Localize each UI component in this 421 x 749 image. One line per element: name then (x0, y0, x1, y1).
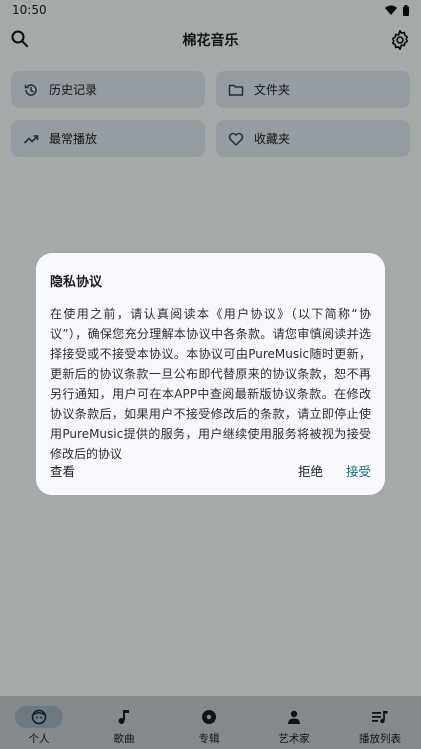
dialog-title: 隐私协议 (50, 275, 103, 290)
dialog-body-text: 在使用之前，请认真阅读本《用户协议》（以下简称“协议”），确保您充分理解本协议中… (50, 307, 371, 461)
dialog-actions: 查看 拒绝 接受 (50, 461, 371, 481)
accept-button[interactable]: 接受 (346, 461, 371, 480)
reject-button[interactable]: 拒绝 (298, 461, 323, 480)
privacy-dialog: 隐私协议 在使用之前，请认真阅读本《用户协议》（以下简称“协议”），确保您充分理… (36, 253, 385, 495)
view-button[interactable]: 查看 (50, 461, 75, 480)
